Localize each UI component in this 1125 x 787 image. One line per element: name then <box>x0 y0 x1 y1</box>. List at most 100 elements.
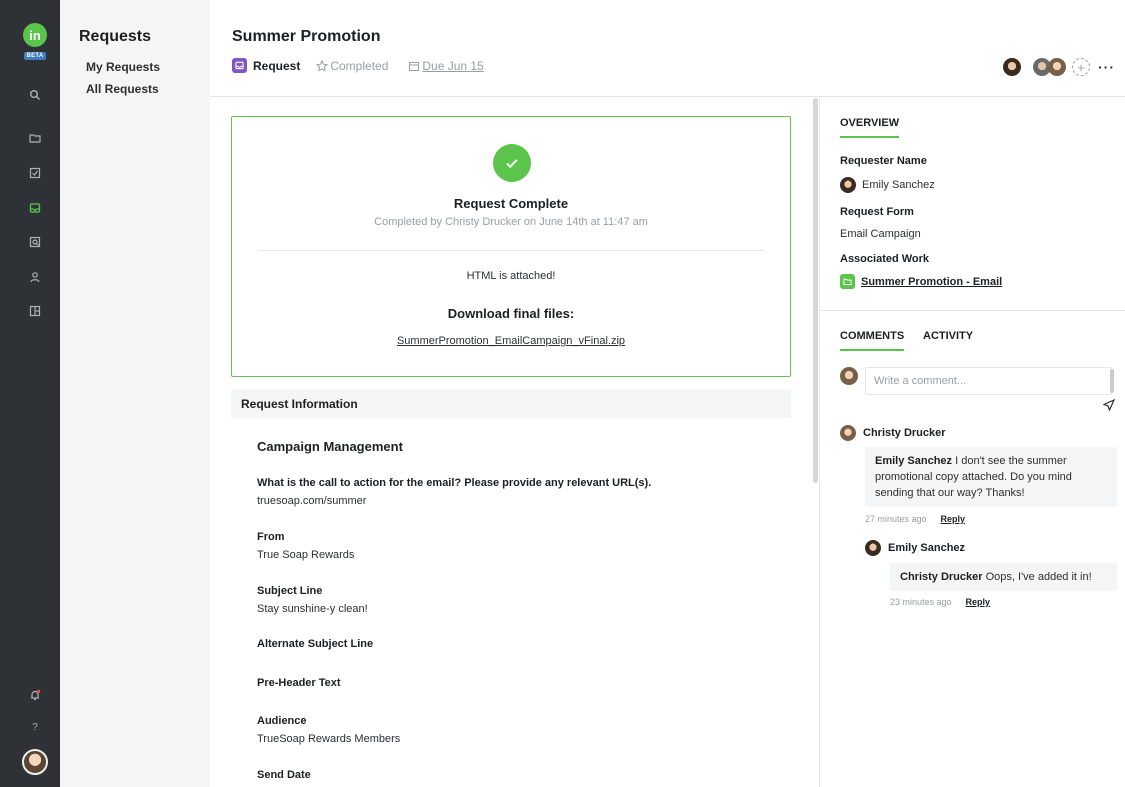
notification-icon[interactable] <box>28 688 42 702</box>
calendar-icon <box>409 61 420 71</box>
requester-value: Emily Sanchez <box>840 177 935 193</box>
folder-icon <box>840 274 855 289</box>
divider <box>258 250 764 251</box>
download-file: SummerPromotion_EmailCampaign_vFinal.zip <box>232 335 790 347</box>
people-icon[interactable] <box>28 270 42 284</box>
field-question: Send Date <box>257 769 311 781</box>
comment-body: Emily Sanchez I don't see the summer pro… <box>865 447 1117 507</box>
subnav-item-all-requests[interactable]: All Requests <box>86 82 159 96</box>
more-options-button[interactable]: ··· <box>1098 59 1115 75</box>
comment-author-name[interactable]: Christy Drucker <box>863 427 946 439</box>
comment-time: 23 minutes ago <box>890 597 952 607</box>
subnav-title: Requests <box>79 28 152 45</box>
form-field: Send Date <box>257 769 777 781</box>
search-icon[interactable] <box>28 88 42 102</box>
request-complete-card: Request Complete Completed by Christy Dr… <box>231 116 791 377</box>
download-file-link[interactable]: SummerPromotion_EmailCampaign_vFinal.zip <box>397 335 625 347</box>
comment-body: Christy Drucker Oops, I've added it in! <box>890 563 1117 591</box>
request-form-value: Email Campaign <box>840 228 921 240</box>
complete-subtitle: Completed by Christy Drucker on June 14t… <box>374 216 648 228</box>
download-title: Download final files: <box>447 306 575 321</box>
request-information-bar[interactable]: Request Information <box>231 389 791 418</box>
tab-comments[interactable]: COMMENTS <box>840 330 905 351</box>
request-type-icon <box>232 58 247 73</box>
associated-work-label: Associated Work <box>840 253 930 265</box>
send-icon[interactable] <box>1102 398 1116 412</box>
inbox-icon[interactable] <box>28 201 42 215</box>
form-field: Alternate Subject Line <box>257 638 777 650</box>
main-scrollbar[interactable] <box>813 98 818 483</box>
current-user-avatar <box>840 367 858 385</box>
comment-time: 27 minutes ago <box>865 514 927 524</box>
comment-input[interactable]: Write a comment... <box>865 367 1112 395</box>
user-avatar[interactable] <box>22 749 48 775</box>
comment-avatar <box>865 540 881 556</box>
subnav-item-my-requests[interactable]: My Requests <box>86 60 160 74</box>
tab-activity[interactable]: ACTIVITY <box>923 330 973 349</box>
field-answer: TrueSoap Rewards Members <box>257 733 401 745</box>
requester-avatar <box>840 177 856 193</box>
request-type-label: Request <box>253 58 301 73</box>
comment-mention[interactable]: Emily Sanchez <box>875 455 952 467</box>
comment-mention[interactable]: Christy Drucker <box>900 571 983 583</box>
field-question: Pre-Header Text <box>257 677 341 689</box>
form-field: Subject Line Stay sunshine-y clean! <box>257 585 777 615</box>
collaborator-avatar[interactable] <box>1048 58 1066 76</box>
owner-avatar[interactable] <box>1003 58 1021 76</box>
request-meta: Request Completed Due Jun 15 <box>232 58 484 73</box>
comment-author: Emily Sanchez <box>865 540 965 556</box>
requester-name: Emily Sanchez <box>862 179 935 191</box>
associated-work-value: Summer Promotion - Email <box>840 274 1002 289</box>
complete-title: Request Complete <box>453 196 569 211</box>
page-title: Summer Promotion <box>232 28 381 45</box>
divider <box>820 310 1125 311</box>
page-header: Summer Promotion Request Completed Due J… <box>210 0 1125 97</box>
field-answer: True Soap Rewards <box>257 549 355 561</box>
review-icon[interactable] <box>28 235 42 249</box>
comment-meta: 23 minutes ago Reply <box>890 597 990 607</box>
tasks-icon[interactable] <box>28 166 42 180</box>
add-collaborator-button[interactable]: + <box>1072 58 1090 76</box>
comment-avatar <box>840 425 856 441</box>
due-date[interactable]: Due Jun 15 <box>408 58 484 73</box>
form-field: Pre-Header Text <box>257 677 777 689</box>
help-icon[interactable]: ? <box>28 719 42 733</box>
complete-note: HTML is attached! <box>466 270 556 282</box>
requests-subnav: Requests My Requests All Requests <box>60 0 210 787</box>
reply-button[interactable]: Reply <box>941 514 966 524</box>
collaborators: + ··· <box>1003 58 1115 76</box>
comment-meta: 27 minutes ago Reply <box>865 514 965 524</box>
reply-button[interactable]: Reply <box>966 597 991 607</box>
beta-badge: BETA <box>24 52 46 60</box>
field-answer: truesoap.com/summer <box>257 495 367 507</box>
field-answer: Stay sunshine-y clean! <box>257 603 368 615</box>
comment-input-scrollbar <box>1110 369 1114 393</box>
form-field: What is the call to action for the email… <box>257 477 777 507</box>
field-question: Alternate Subject Line <box>257 638 374 650</box>
star-icon <box>316 59 329 71</box>
status-badge[interactable]: Completed <box>316 59 388 73</box>
associated-work-link[interactable]: Summer Promotion - Email <box>861 276 1002 288</box>
comment-text: Oops, I've added it in! <box>982 571 1092 583</box>
comment-author-name[interactable]: Emily Sanchez <box>888 542 965 554</box>
form-field: From True Soap Rewards <box>257 531 777 561</box>
tab-overview[interactable]: OVERVIEW <box>840 117 900 138</box>
board-icon[interactable] <box>28 304 42 318</box>
check-icon <box>493 144 531 182</box>
due-date-label: Due Jun 15 <box>422 58 484 73</box>
field-question: Subject Line <box>257 585 323 597</box>
comment-author: Christy Drucker <box>840 425 946 441</box>
requester-label: Requester Name <box>840 155 927 167</box>
field-question: What is the call to action for the email… <box>257 477 652 489</box>
status-label: Completed <box>330 58 389 73</box>
field-question: Audience <box>257 715 307 727</box>
form-field: Audience TrueSoap Rewards Members <box>257 715 777 745</box>
main-content: Request Complete Completed by Christy Dr… <box>210 97 818 787</box>
invision-logo[interactable]: in <box>23 23 47 47</box>
svg-text:?: ? <box>32 722 38 732</box>
section-title: Campaign Management <box>257 439 403 454</box>
details-panel: OVERVIEW Requester Name Emily Sanchez Re… <box>819 97 1125 787</box>
folder-icon[interactable] <box>28 131 42 145</box>
field-question: From <box>257 531 285 543</box>
left-rail: in BETA ? <box>0 0 60 787</box>
